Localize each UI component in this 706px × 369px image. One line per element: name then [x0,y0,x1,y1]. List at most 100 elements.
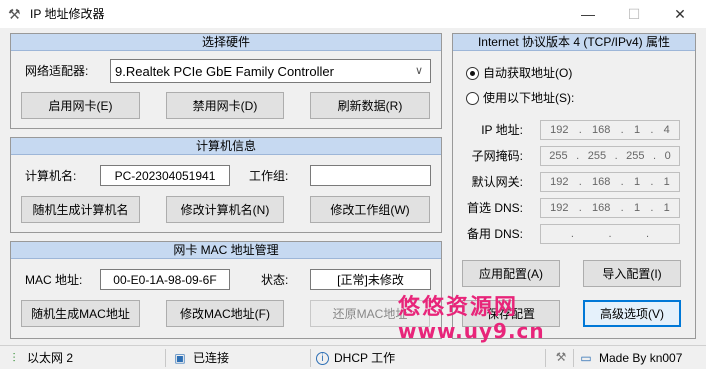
import-config-button[interactable]: 导入配置(I) [583,260,681,287]
ip-octet: 1 [633,124,641,136]
octet-separator: . [646,228,650,240]
ipv4-group: Internet 协议版本 4 (TCP/IPv4) 属性 自动获取地址(O) … [452,33,696,339]
workgroup-field[interactable] [310,165,431,186]
workgroup-label: 工作组: [249,169,289,183]
tools-status[interactable]: ⚒ [553,350,574,364]
alternate-dns-field[interactable]: . . . [540,224,680,244]
advanced-options-button[interactable]: 高级选项(V) [583,300,681,327]
alternate-dns-label: 备用 DNS: [466,227,523,241]
info-icon: i [316,351,329,365]
connection-text: 已连接 [193,351,230,365]
octet-separator: . [576,150,580,162]
status-divider [573,349,574,367]
preferred-dns-label: 首选 DNS: [466,201,523,215]
maximize-button[interactable]: ☐ [611,0,657,28]
computer-group: 计算机信息 计算机名: PC-202304051941 工作组: 随机生成计算机… [10,137,442,233]
connection-status: ▣ 已连接 [172,350,229,366]
hardware-header: 选择硬件 [11,34,441,51]
modify-workgroup-button[interactable]: 修改工作组(W) [310,196,430,223]
modify-mac-button[interactable]: 修改MAC地址(F) [166,300,284,327]
mac-address-label: MAC 地址: [25,273,83,287]
preferred-dns-field[interactable]: 192. 168. 1. 1 [540,198,680,218]
disable-adapter-button[interactable]: 禁用网卡(D) [166,92,284,119]
chevron-down-icon: ∨ [414,65,424,77]
enable-adapter-button[interactable]: 启用网卡(E) [21,92,140,119]
ip-octet: 1 [633,176,641,188]
adapter-select[interactable]: 9.Realtek PCIe GbE Family Controller ∨ [110,59,431,83]
network-status: ⫶ 以太网 2 [6,350,73,366]
octet-separator: . [608,228,612,240]
status-bar: ⫶ 以太网 2 ▣ 已连接 i DHCP 工作 ⚒ ▭ Made By kn00… [0,345,706,369]
ip-octet: 1 [663,202,670,214]
adapter-value: 9.Realtek PCIe GbE Family Controller [115,63,334,79]
apply-config-button[interactable]: 应用配置(A) [462,260,560,287]
manual-address-label[interactable]: 使用以下地址(S): [483,90,574,106]
ip-octet: 1 [663,176,670,188]
ip-octet: 192 [550,176,569,188]
subnet-mask-label: 子网掩码: [471,149,523,163]
auto-address-label[interactable]: 自动获取地址(O) [483,65,572,81]
ip-octet: 255 [587,150,607,162]
refresh-button[interactable]: 刷新数据(R) [310,92,430,119]
ip-octet: 0 [664,150,671,162]
octet-separator: . [620,124,624,136]
octet-separator: . [650,202,654,214]
ip-octet: 255 [549,150,568,162]
random-computer-name-button[interactable]: 随机生成计算机名 [21,196,140,223]
watermark-title: 悠悠资源网 [398,295,519,320]
connected-icon: ▣ [174,351,186,365]
status-divider [310,349,311,367]
mac-address-field[interactable]: 00-E0-1A-98-09-6F [100,269,230,290]
status-divider [165,349,166,367]
ip-octet: 255 [626,150,645,162]
auto-address-radio[interactable] [466,67,479,80]
subnet-mask-field[interactable]: 255. 255. 255. 0 [540,146,680,166]
network-name: 以太网 2 [27,351,74,365]
manual-address-radio[interactable] [466,92,479,105]
hardware-group: 选择硬件 网络适配器: 9.Realtek PCIe GbE Family Co… [10,33,442,129]
ip-address-field[interactable]: 192. 168. 1. 4 [540,120,680,140]
watermark: 悠悠资源网 www.uy9.cn [398,295,545,343]
author-status: ▭ Made By kn007 [578,350,682,366]
ip-octet: 168 [592,202,611,214]
ipv4-header: Internet 协议版本 4 (TCP/IPv4) 属性 [453,34,695,51]
octet-separator: . [650,124,654,136]
status-divider [545,349,546,367]
ip-octet: 192 [550,124,569,136]
window-icon: ▭ [580,351,592,365]
computer-header: 计算机信息 [11,138,441,155]
ip-octet: 1 [633,202,641,214]
dhcp-status: i DHCP 工作 [316,350,395,366]
modify-computer-name-button[interactable]: 修改计算机名(N) [166,196,284,223]
octet-separator: . [650,176,654,188]
watermark-url: www.uy9.cn [398,319,545,343]
author-text: Made By kn007 [599,351,683,365]
ip-octet: 4 [663,124,670,136]
octet-separator: . [614,150,618,162]
gateway-field[interactable]: 192. 168. 1. 1 [540,172,680,192]
ip-address-label: IP 地址: [481,123,523,137]
octet-separator: . [578,176,582,188]
ip-octet: 168 [592,124,611,136]
minimize-button[interactable]: — [565,0,611,28]
tools-icon[interactable]: ⚒ [553,350,569,364]
octet-separator: . [620,202,624,214]
network-icon: ⫶ [12,351,16,365]
close-button[interactable]: ✕ [657,0,703,28]
octet-separator: . [653,150,657,162]
tools-icon: ⚒ [8,6,21,22]
octet-separator: . [578,202,582,214]
octet-separator: . [570,228,574,240]
ip-octet: 168 [592,176,611,188]
mac-header: 网卡 MAC 地址管理 [11,242,441,259]
mac-status-field: [正常]未修改 [310,269,431,290]
octet-separator: . [620,176,624,188]
title-bar: ⚒ IP 地址修改器 — ☐ ✕ [0,0,706,28]
ip-octet: 192 [550,202,569,214]
computer-name-label: 计算机名: [25,169,77,183]
random-mac-button[interactable]: 随机生成MAC地址 [21,300,140,327]
gateway-label: 默认网关: [471,175,523,189]
window-title: IP 地址修改器 [30,7,105,21]
computer-name-field[interactable]: PC-202304051941 [100,165,230,186]
octet-separator: . [578,124,582,136]
